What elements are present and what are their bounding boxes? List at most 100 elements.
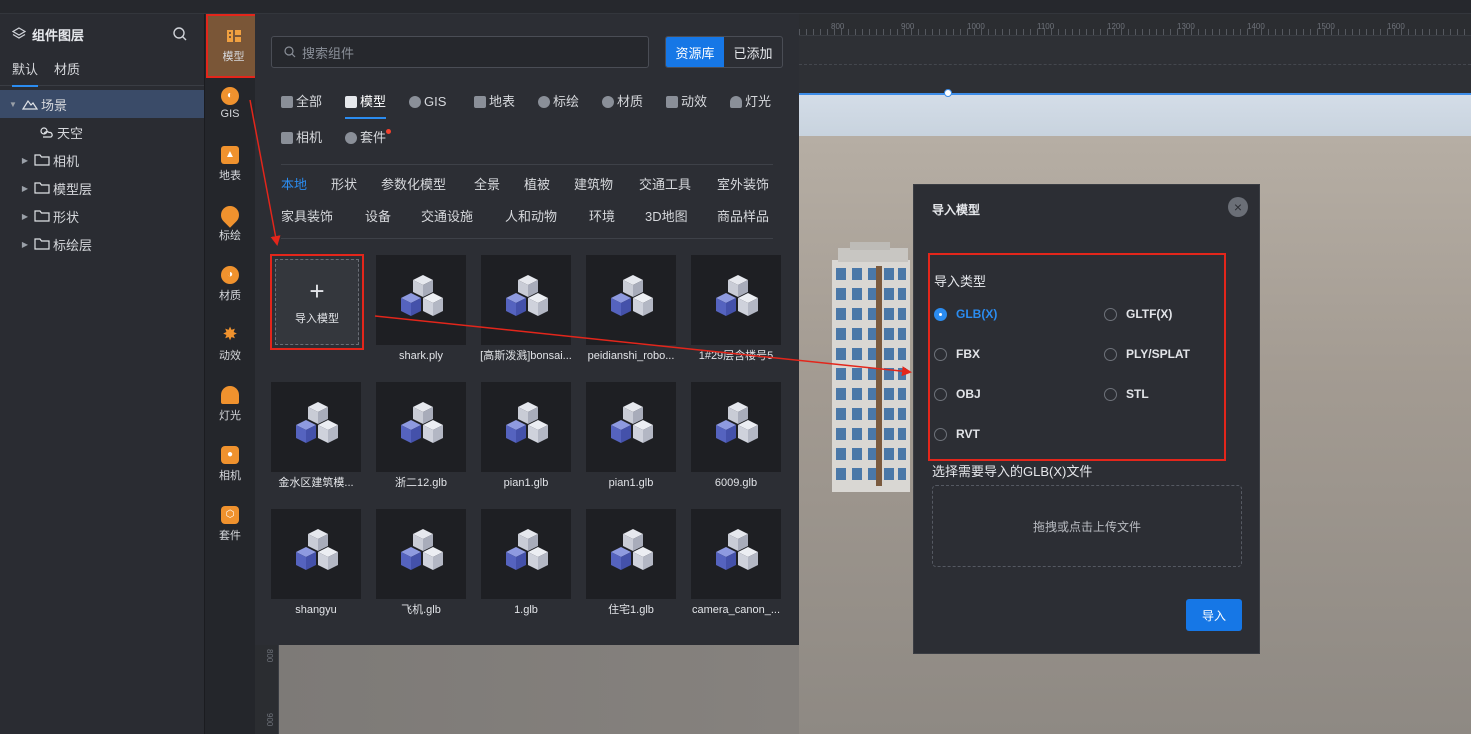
type-tab-marker[interactable]: 标绘 bbox=[538, 91, 579, 113]
close-icon[interactable]: × bbox=[1228, 197, 1248, 217]
model-card[interactable]: shark.ply bbox=[376, 255, 466, 365]
tree-item-camera[interactable]: ▶ 相机 bbox=[0, 146, 204, 174]
model-card[interactable]: shangyu bbox=[271, 509, 361, 619]
category-terrain[interactable]: ▲ 地表 bbox=[205, 134, 255, 194]
import-button[interactable]: 导入 bbox=[1186, 599, 1242, 631]
model-card[interactable]: pian1.glb bbox=[586, 382, 676, 492]
import-type-label: 导入类型 bbox=[934, 274, 987, 289]
sub-tab-traffic-facilities[interactable]: 交通设施 bbox=[421, 206, 473, 225]
sub-tab-product-samples[interactable]: 商品样品 bbox=[717, 206, 769, 225]
caret-right-icon[interactable]: ▶ bbox=[20, 184, 30, 193]
model-card[interactable]: 金水区建筑模... bbox=[271, 382, 361, 492]
model-card[interactable]: 1#29层含楼号5 bbox=[691, 255, 781, 365]
sub-tab-furniture[interactable]: 家具装饰 bbox=[281, 206, 333, 225]
type-tab-model[interactable]: 模型 bbox=[345, 91, 387, 119]
model-card[interactable]: 1.glb bbox=[481, 509, 571, 619]
model-card[interactable]: 浙二12.glb bbox=[376, 382, 466, 492]
type-tab-effect[interactable]: 动效 bbox=[666, 91, 707, 113]
sub-tab-outdoor-decor[interactable]: 室外装饰 bbox=[717, 174, 769, 193]
cube-model-icon bbox=[296, 402, 338, 443]
tab-label: 全部 bbox=[296, 94, 323, 109]
sub-tab-vegetation[interactable]: 植被 bbox=[524, 174, 550, 193]
caret-right-icon[interactable]: ▶ bbox=[20, 156, 30, 165]
type-tab-material[interactable]: 材质 bbox=[602, 91, 643, 113]
upload-hint: 拖拽或点击上传文件 bbox=[1032, 519, 1141, 534]
sub-tab-3d-map[interactable]: 3D地图 bbox=[645, 206, 688, 225]
type-tab-light[interactable]: 灯光 bbox=[730, 91, 771, 113]
category-marker[interactable]: 标绘 bbox=[205, 194, 255, 254]
model-card[interactable]: [高斯泼溅]bonsai... bbox=[480, 255, 572, 365]
tab-label: 材质 bbox=[617, 94, 644, 109]
category-effect[interactable]: ✸ 动效 bbox=[205, 314, 255, 374]
toggle-added[interactable]: 已添加 bbox=[724, 37, 782, 67]
model-thumbnail[interactable] bbox=[481, 382, 571, 472]
caret-right-icon[interactable]: ▶ bbox=[20, 240, 30, 249]
caret-right-icon[interactable]: ▶ bbox=[20, 212, 30, 221]
model-card[interactable]: 住宅1.glb bbox=[586, 509, 676, 619]
building-model[interactable] bbox=[822, 242, 914, 492]
model-card[interactable]: camera_canon_... bbox=[691, 509, 781, 619]
sub-tab-vehicles[interactable]: 交通工具 bbox=[639, 174, 691, 193]
tree-item-plot-layer[interactable]: ▶ 标绘层 bbox=[0, 230, 204, 258]
radio-ply-splat[interactable]: PLY/SPLAT bbox=[1104, 347, 1190, 361]
radio-glb[interactable]: GLB(X) bbox=[934, 307, 997, 321]
category-camera[interactable]: ● 相机 bbox=[205, 434, 255, 494]
sub-tab-shape[interactable]: 形状 bbox=[331, 174, 357, 193]
type-tab-all[interactable]: 全部 bbox=[281, 91, 322, 113]
model-thumbnail[interactable] bbox=[586, 509, 676, 599]
radio-gltf[interactable]: GLTF(X) bbox=[1104, 307, 1172, 321]
model-card[interactable]: pian1.glb bbox=[481, 382, 571, 492]
sub-tab-people-animals[interactable]: 人和动物 bbox=[505, 206, 557, 225]
sub-tab-local[interactable]: 本地 bbox=[281, 174, 307, 193]
model-card[interactable]: 飞机.glb bbox=[376, 509, 466, 619]
model-card[interactable]: peidianshi_robo... bbox=[586, 255, 676, 365]
sub-tab-buildings[interactable]: 建筑物 bbox=[574, 174, 613, 193]
import-model-dropzone[interactable]: + 导入模型 bbox=[275, 259, 359, 345]
tree-item-scene[interactable]: ▼ 场景 bbox=[0, 90, 204, 118]
model-thumbnail[interactable] bbox=[586, 255, 676, 345]
upload-dropzone[interactable]: 拖拽或点击上传文件 bbox=[932, 485, 1242, 567]
import-model-card[interactable]: + 导入模型 bbox=[270, 254, 364, 350]
model-thumbnail[interactable] bbox=[691, 255, 781, 345]
radio-stl[interactable]: STL bbox=[1104, 387, 1149, 401]
tab-default[interactable]: 默认 bbox=[12, 54, 39, 87]
model-thumbnail[interactable] bbox=[586, 382, 676, 472]
model-name: shark.ply bbox=[398, 350, 444, 362]
type-tab-terrain[interactable]: 地表 bbox=[474, 91, 515, 113]
model-thumbnail[interactable] bbox=[376, 509, 466, 599]
search-placeholder: 搜索组件 bbox=[302, 45, 355, 61]
tab-material[interactable]: 材质 bbox=[54, 54, 80, 86]
model-thumbnail[interactable] bbox=[376, 382, 466, 472]
radio-rvt[interactable]: RVT bbox=[934, 427, 980, 441]
model-card[interactable]: 6009.glb bbox=[691, 382, 781, 492]
type-tab-kit[interactable]: 套件 bbox=[345, 127, 386, 149]
type-tab-camera[interactable]: 相机 bbox=[281, 127, 322, 149]
category-kit[interactable]: ⬡ 套件 bbox=[205, 494, 255, 554]
model-thumbnail[interactable] bbox=[481, 509, 571, 599]
category-light[interactable]: 灯光 bbox=[205, 374, 255, 434]
sub-tab-equipment[interactable]: 设备 bbox=[365, 206, 391, 225]
model-thumbnail[interactable] bbox=[691, 382, 781, 472]
model-thumbnail[interactable] bbox=[271, 509, 361, 599]
toggle-resource-library[interactable]: 资源库 bbox=[666, 37, 724, 67]
model-thumbnail[interactable] bbox=[691, 509, 781, 599]
model-thumbnail[interactable] bbox=[376, 255, 466, 345]
sub-tab-parametric[interactable]: 参数化模型 bbox=[381, 174, 446, 193]
search-icon[interactable] bbox=[172, 26, 188, 42]
model-thumbnail[interactable] bbox=[271, 382, 361, 472]
caret-down-icon[interactable]: ▼ bbox=[8, 100, 18, 109]
model-thumbnail[interactable] bbox=[481, 255, 571, 345]
category-model[interactable]: 模型 bbox=[206, 14, 261, 78]
radio-fbx[interactable]: FBX bbox=[934, 347, 980, 361]
sub-tab-panorama[interactable]: 全景 bbox=[474, 174, 500, 193]
type-tab-gis[interactable]: GIS bbox=[409, 91, 446, 113]
sub-tab-environment[interactable]: 环境 bbox=[589, 206, 615, 225]
search-input[interactable]: 搜索组件 bbox=[271, 36, 649, 68]
category-gis[interactable]: ◐ GIS bbox=[205, 73, 255, 133]
selection-handle[interactable] bbox=[944, 89, 952, 97]
radio-obj[interactable]: OBJ bbox=[934, 387, 981, 401]
tree-item-shapes[interactable]: ▶ 形状 bbox=[0, 202, 204, 230]
tree-item-sky[interactable]: 天空 bbox=[0, 118, 204, 146]
category-material[interactable]: ◑ 材质 bbox=[205, 254, 255, 314]
tree-item-model-layer[interactable]: ▶ 模型层 bbox=[0, 174, 204, 202]
